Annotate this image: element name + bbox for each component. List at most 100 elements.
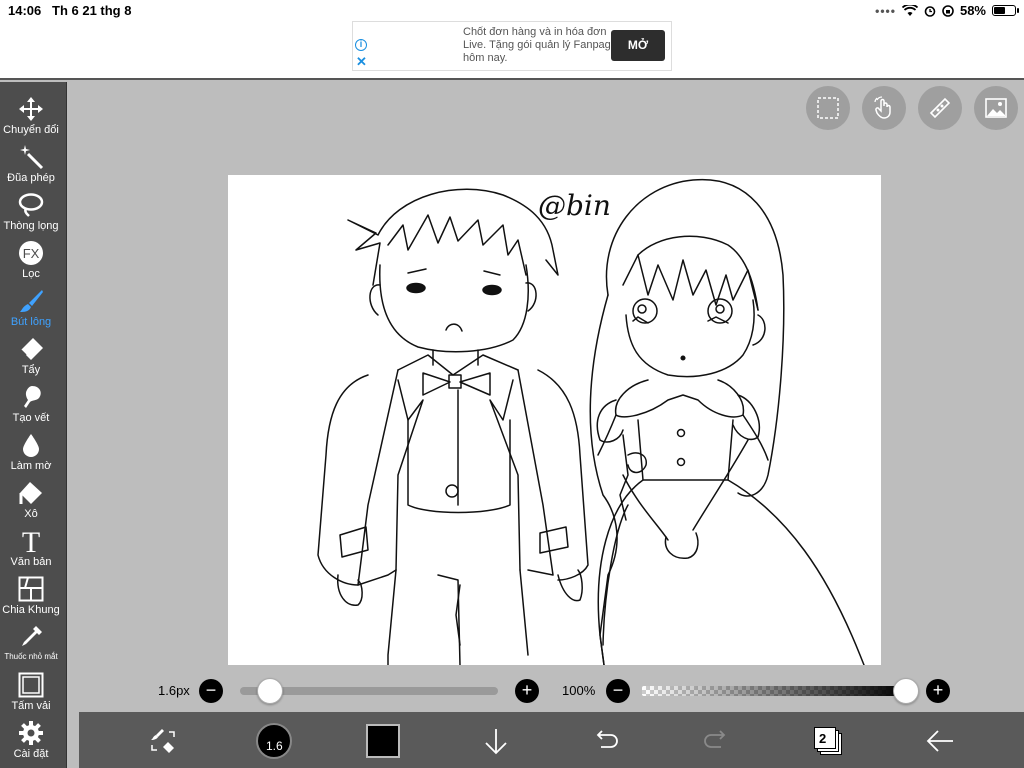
ad-text-line: Live. Tặng gói quản lý Fanpag: [463, 39, 611, 51]
battery-percent: 58%: [959, 3, 986, 18]
text-glyph: T: [22, 528, 40, 554]
canvas-icon: [18, 672, 44, 698]
ad-close-icon[interactable]: ✕: [356, 54, 367, 70]
tool-label: Cài đặt: [13, 748, 49, 760]
tool-canvas[interactable]: Tấm vải: [0, 666, 62, 714]
tool-text[interactable]: T Văn bản: [0, 522, 62, 570]
ad-bar: i ✕ Chốt đơn hàng và in hóa đơn Live. Tặ…: [0, 21, 1024, 80]
ad-open-button[interactable]: MỞ: [611, 30, 665, 61]
tool-lasso[interactable]: Thòng lọng: [0, 186, 62, 234]
smudge-icon: [24, 386, 41, 408]
tool-eraser[interactable]: Tẩy: [0, 330, 62, 378]
multitask-dots-icon: ••••: [875, 3, 896, 18]
tool-label: Bút lông: [10, 316, 52, 328]
move-down-button[interactable]: [467, 712, 523, 768]
selection-button[interactable]: [806, 86, 850, 130]
tool-label: Tạo vết: [12, 412, 50, 424]
layers-count: 2: [819, 731, 827, 746]
opacity-increase-button[interactable]: +: [926, 679, 950, 703]
brush-swap-icon: [151, 729, 175, 753]
tool-label: Tẩy: [21, 364, 41, 376]
status-date: Th 6 21 thg 8: [52, 3, 132, 18]
brush-size-increase-button[interactable]: +: [515, 679, 539, 703]
arrow-down-icon: [485, 729, 507, 755]
blur-drop-icon: [23, 434, 39, 457]
status-time: 14:06: [8, 3, 42, 18]
lasso-icon: [18, 193, 44, 217]
brush-size-knob[interactable]: [257, 678, 284, 704]
tool-panel: Chuyển đổi Đũa phép Thòng lọng FX Lọc Bú…: [0, 82, 67, 768]
tool-settings[interactable]: Cài đặt: [0, 714, 62, 762]
layers-button[interactable]: 2: [814, 727, 842, 755]
tool-brush[interactable]: Bút lông: [0, 282, 62, 330]
brush-eraser-swap-button[interactable]: [134, 712, 190, 768]
girl-figure: [589, 178, 865, 665]
brush-size-label: 1.6px: [158, 683, 190, 698]
tool-label: Tấm vải: [11, 700, 51, 712]
layers-stack-icon: 2: [814, 727, 836, 749]
signature-text: @bin: [538, 189, 611, 222]
opacity-decrease-button[interactable]: −: [606, 679, 630, 703]
battery-level: [994, 7, 1006, 14]
tool-label: Xô: [24, 508, 38, 520]
opacity-knob[interactable]: [893, 678, 919, 704]
drawing-canvas[interactable]: @bin: [228, 175, 881, 665]
tool-blur[interactable]: Làm mờ: [0, 426, 62, 474]
eraser-icon: [20, 338, 43, 360]
ruler-icon: [929, 97, 951, 119]
image-button[interactable]: [974, 86, 1018, 130]
magic-wand-icon: [20, 145, 44, 170]
ad-text-line: hôm nay.: [463, 52, 508, 64]
fx-filter-icon: FX: [19, 241, 43, 265]
brush-preview-size: 1.6: [266, 739, 283, 753]
ad-text-line: Chốt đơn hàng và in hóa đơn: [463, 26, 607, 38]
tool-label: Làm mờ: [10, 460, 52, 472]
battery-icon: [992, 5, 1019, 16]
ruler-button[interactable]: [918, 86, 962, 130]
tool-smudge[interactable]: Tạo vết: [0, 378, 62, 426]
tool-label: Thuốc nhỏ mắt: [4, 652, 58, 661]
undo-button[interactable]: [577, 712, 633, 768]
hand-gesture-icon: [874, 96, 891, 119]
eyedropper-icon: [22, 626, 42, 646]
ad-banner[interactable]: i ✕ Chốt đơn hàng và in hóa đơn Live. Tặ…: [352, 21, 672, 71]
brush-size-decrease-button[interactable]: −: [199, 679, 223, 703]
arrow-left-icon: [926, 730, 953, 752]
gesture-button[interactable]: [862, 86, 906, 130]
ad-info-icon[interactable]: i: [355, 39, 367, 51]
alarm-icon: [924, 5, 936, 17]
opacity-slider[interactable]: [642, 686, 906, 696]
redo-icon: [704, 730, 726, 748]
brush-icon: [20, 290, 43, 312]
tool-label: Đũa phép: [7, 172, 55, 184]
tool-label: Lọc: [22, 268, 40, 280]
wifi-icon: [901, 4, 918, 16]
line-art-drawing: @bin: [317, 178, 865, 665]
redo-button[interactable]: [687, 712, 743, 768]
tool-label: Chia Khung: [2, 604, 60, 616]
tool-frame-divider[interactable]: Chia Khung: [0, 570, 62, 618]
fx-glyph: FX: [23, 246, 40, 261]
image-icon: [985, 98, 1007, 118]
bucket-icon: [19, 482, 42, 504]
undo-icon: [596, 730, 618, 748]
tool-move[interactable]: Chuyển đổi: [0, 90, 62, 138]
bottom-toolbar: [79, 712, 1024, 768]
color-swatch-button[interactable]: [366, 724, 400, 758]
move-icon: [19, 97, 43, 121]
frame-divider-icon: [18, 576, 44, 602]
tool-label: Thòng lọng: [3, 220, 59, 232]
tool-label: Chuyển đổi: [3, 124, 59, 136]
tool-bucket[interactable]: Xô: [0, 474, 62, 522]
opacity-label: 100%: [562, 683, 596, 698]
marquee-select-icon: [817, 97, 839, 119]
tool-label: Văn bản: [10, 556, 52, 568]
rotation-lock-icon: [942, 4, 954, 17]
status-right: •••• 58%: [875, 3, 1019, 18]
tool-filter[interactable]: FX Lọc: [0, 234, 62, 282]
ad-text: Chốt đơn hàng và in hóa đơn Live. Tặng g…: [463, 26, 613, 65]
boy-figure: [317, 188, 589, 665]
tool-magic-wand[interactable]: Đũa phép: [0, 138, 62, 186]
tool-eyedropper[interactable]: Thuốc nhỏ mắt: [0, 618, 62, 666]
back-button[interactable]: [911, 712, 967, 768]
